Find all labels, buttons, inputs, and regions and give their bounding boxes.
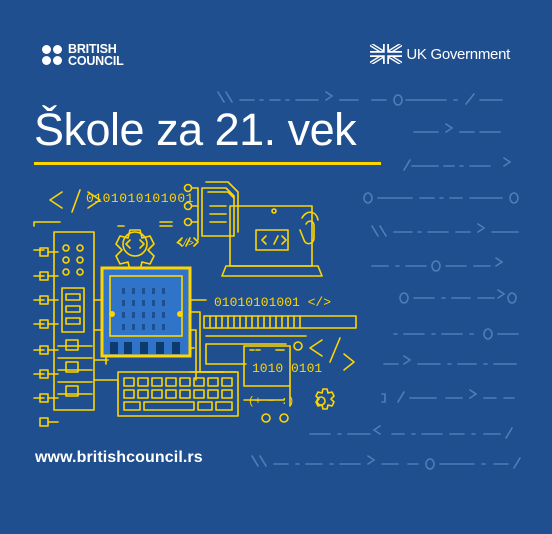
gear-icon [115, 229, 155, 271]
website-link[interactable]: www.britishcouncil.rs [35, 449, 203, 467]
code-tag-small: </> [176, 238, 194, 250]
microbit-board [100, 266, 192, 358]
binary-string-low: 1010 0101 [252, 361, 322, 376]
touch-icon [299, 211, 319, 245]
binary-string-top: 0101010101001 [86, 191, 194, 206]
math-symbols: (+ − :) [248, 396, 294, 408]
binary-string-mid: 01010101001 </> [214, 295, 331, 310]
poster: BRITISH COUNCIL UK Government Škole za 2… [0, 0, 552, 534]
